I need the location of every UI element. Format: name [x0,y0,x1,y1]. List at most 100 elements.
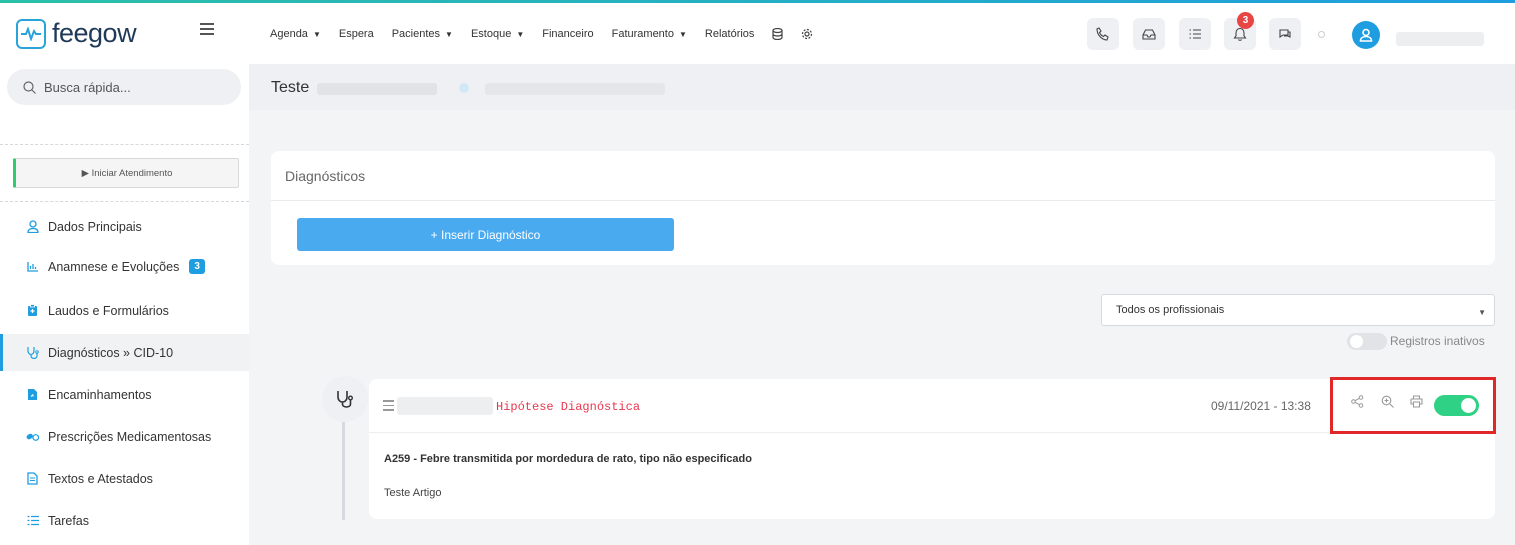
menu-estoque[interactable]: Estoque ▼ [471,28,524,40]
divider [0,144,249,145]
chart-icon [26,260,39,273]
inbox-button[interactable] [1133,18,1165,50]
top-navbar: feegow Agenda ▼ Espera Pacientes ▼ Estoque… [0,3,1515,64]
menu-label: Estoque [470,28,512,40]
caret-down-icon: ▼ [678,29,687,39]
chat-button[interactable] [1269,18,1301,50]
print-icon[interactable] [1410,395,1424,409]
caret-down-icon: ▼ [445,29,453,39]
menu-pacientes[interactable]: Pacientes ▼ [392,28,453,40]
caret-down-icon: ▼ [1478,308,1486,317]
sidebar-item-anamnese[interactable]: Anamnese e Evoluções 3 [0,248,249,285]
zoom-in-icon[interactable] [1381,395,1395,409]
pills-icon [26,430,39,443]
checklist-icon [1189,29,1201,39]
sidebar-item-label: Dados Principais [48,219,142,234]
main-menu: Agenda ▼ Espera Pacientes ▼ Estoque ▼ Finan… [270,28,831,40]
menu-label: Financeiro [542,28,594,40]
page-title: Teste [271,79,310,96]
sidebar-item-label: Prescrições Medicamentosas [48,429,212,444]
document-icon [26,472,39,485]
menu-relatorios[interactable]: Relatórios [705,28,755,40]
start-appointment-button[interactable]: ▶ Iniciar Atendimento [13,158,239,188]
notification-count-badge: 3 [1237,12,1254,29]
user-avatar[interactable] [1352,21,1380,49]
sidebar-item-tarefas[interactable]: Tarefas [0,502,249,539]
sidebar-item-laudos[interactable]: Laudos e Formulários [0,292,249,329]
chat-icon [1279,29,1291,39]
clipboard-icon [26,304,39,317]
sidebar-item-label: Diagnósticos » CID-10 [48,345,174,360]
sidebar-item-textos[interactable]: Textos e Atestados [0,460,249,497]
patient-name-redacted [317,83,437,95]
quick-search-input[interactable]: Busca rápida... [7,69,241,105]
stethoscope-icon [26,346,39,359]
entry-header: Hipótese Diagnóstica 09/11/2021 - 13:38 [369,377,1496,434]
entry-type-tag: Hipótese Diagnóstica [496,400,641,414]
stethoscope-icon [322,376,368,422]
professional-select-value: Todos os profissionais [1116,304,1225,316]
cid-code-text: A259 - Febre transmitida por mordedura d… [384,453,752,465]
notifications-button[interactable]: 3 [1224,12,1256,50]
entry-datetime: 09/11/2021 - 13:38 [1211,399,1311,413]
menu-label: Faturamento [611,28,674,40]
search-icon [23,80,36,94]
gear-icon[interactable] [801,28,813,40]
entry-note: Teste Artigo [384,487,442,499]
drag-handle-icon[interactable] [383,400,394,414]
menu-label: Relatórios [704,28,755,40]
menu-financeiro[interactable]: Financeiro [542,28,593,40]
sidebar-item-diagnosticos[interactable]: Diagnósticos » CID-10 [0,334,249,371]
count-badge: 3 [189,259,205,274]
phone-button[interactable] [1087,18,1119,50]
logo-mark-icon [16,18,46,49]
user-icon [1359,28,1373,42]
menu-label: Pacientes [391,28,441,40]
menu-faturamento[interactable]: Faturamento ▼ [612,28,687,40]
inactive-records-toggle[interactable] [1347,333,1387,350]
redacted-icon [459,83,469,93]
insert-diagnosis-button[interactable]: + Inserir Diagnóstico [297,218,674,251]
entry-body: A259 - Febre transmitida por mordedura d… [369,433,1495,499]
sidebar-item-label: Anamnese e Evoluções [48,259,180,274]
hamburger-menu-icon[interactable] [200,23,214,38]
logo[interactable]: feegow [16,18,137,49]
caret-down-icon: ▼ [516,29,525,39]
sidebar-item-label: Laudos e Formulários [48,303,169,318]
file-icon [26,388,39,401]
search-placeholder: Busca rápida... [44,79,131,95]
menu-label: Agenda [270,28,308,40]
timeline-line [342,420,345,520]
menu-agenda[interactable]: Agenda ▼ [270,28,321,40]
sidebar-item-dados-principais[interactable]: Dados Principais [0,208,249,245]
professional-name-redacted [397,397,493,415]
sidebar-item-label: Textos e Atestados [48,471,153,486]
divider [0,201,249,202]
patient-info-redacted [485,83,665,95]
inactive-records-label: Registros inativos [1390,334,1485,348]
user-name-redacted [1396,32,1484,46]
user-icon [26,220,39,233]
sidebar-item-label: Encaminhamentos [48,387,152,402]
page-header: Teste [249,64,1515,110]
professional-select[interactable]: Todos os profissionais ▼ [1101,294,1495,326]
brand-name: feegow [52,18,137,48]
menu-label: Espera [338,28,374,40]
status-dot-icon [1318,31,1325,38]
tasks-icon [26,514,39,527]
diagnosticos-card: Diagnósticos + Inserir Diagnóstico [271,151,1495,265]
card-title: Diagnósticos [271,151,1495,201]
caret-down-icon: ▼ [312,29,321,39]
tasks-button[interactable] [1179,18,1211,50]
inbox-icon [1142,29,1156,40]
database-icon[interactable] [772,28,784,40]
sidebar-item-encaminhamentos[interactable]: Encaminhamentos [0,376,249,413]
sidebar: Busca rápida... ▶ Iniciar Atendimento Da… [0,64,249,545]
menu-espera[interactable]: Espera [339,28,374,40]
share-icon[interactable] [1351,395,1365,409]
sidebar-item-prescricoes[interactable]: Prescrições Medicamentosas [0,418,249,455]
entry-active-toggle[interactable] [1434,395,1479,416]
phone-icon [1096,27,1109,41]
sidebar-item-label: Tarefas [48,513,89,528]
diagnosis-entry-card: Hipótese Diagnóstica 09/11/2021 - 13:38 … [369,377,1496,519]
